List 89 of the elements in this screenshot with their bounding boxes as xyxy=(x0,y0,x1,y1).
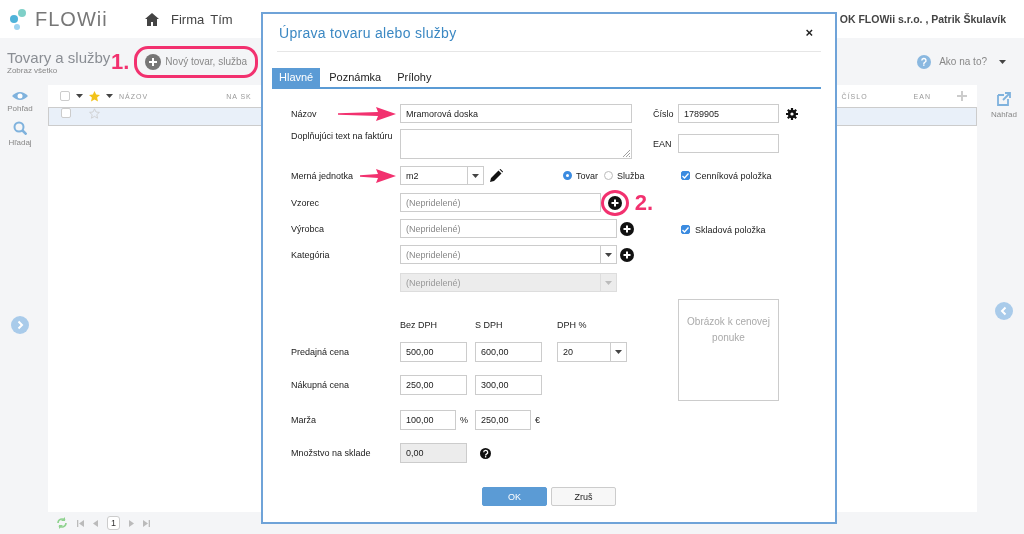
add-column-icon xyxy=(957,91,967,101)
column-label: DPH % xyxy=(557,320,587,330)
sidebar-tool[interactable]: Hľadaj xyxy=(8,121,32,147)
radio-option[interactable]: Tovar xyxy=(563,170,598,181)
view-all-link[interactable]: Zobraz všetko xyxy=(7,65,107,75)
checkbox[interactable] xyxy=(61,108,71,118)
category-select[interactable]: (Nepridelené) xyxy=(400,245,617,264)
margin-field[interactable]: 250,00 xyxy=(475,410,531,430)
price-field[interactable]: 500,00 xyxy=(400,342,467,362)
refresh-icon[interactable] xyxy=(56,517,68,529)
caret-icon xyxy=(106,94,113,98)
add-icon[interactable] xyxy=(607,195,622,210)
previous-page-icon[interactable] xyxy=(93,519,98,527)
caret-icon xyxy=(999,59,1006,64)
stock-field: 0,00 xyxy=(400,443,467,463)
last-page-icon[interactable] xyxy=(143,519,150,527)
checkbox-option[interactable]: Cenníková položka xyxy=(681,170,772,181)
checkbox-option[interactable]: Skladová položka xyxy=(681,224,766,235)
sidebar-tool[interactable]: Náhľad xyxy=(991,91,1017,119)
unit-value: m2 xyxy=(405,169,420,183)
dialog-title: Úprava tovaru alebo služby xyxy=(279,24,457,41)
caret-icon xyxy=(615,350,622,354)
help-icon[interactable] xyxy=(480,447,491,459)
help-icon xyxy=(917,54,932,69)
margin-field[interactable]: 100,00 xyxy=(400,410,456,430)
search-icon xyxy=(13,121,27,135)
unit-label: % xyxy=(459,415,469,425)
first-page-icon[interactable] xyxy=(77,519,84,527)
field-label: Doplňujúci text na faktúru xyxy=(291,131,393,141)
pencil-icon[interactable] xyxy=(490,169,503,182)
add-icon[interactable] xyxy=(620,221,634,236)
price-field[interactable]: 600,00 xyxy=(475,342,542,362)
field-label: Množstvo na sklade xyxy=(291,448,371,458)
close-button[interactable]: × xyxy=(805,25,813,40)
tab[interactable]: Poznámka xyxy=(322,68,389,87)
check-icon xyxy=(682,226,689,233)
invoice-text-area[interactable] xyxy=(400,129,632,159)
unit-label: € xyxy=(534,415,541,425)
check-icon xyxy=(682,172,689,179)
field-label: Predajná cena xyxy=(291,347,350,357)
field-label: Výrobca xyxy=(291,223,325,234)
number-field[interactable]: 1789905 xyxy=(678,104,779,123)
home-icon[interactable] xyxy=(145,12,159,26)
account-name[interactable]: OK FLOWii s.r.o. , Patrik Škulavík xyxy=(839,13,1006,25)
field-label: Vzorec xyxy=(291,197,319,208)
field-label: Nákupná cena xyxy=(291,380,350,390)
callout-number: 1. xyxy=(111,48,130,75)
ean-field[interactable] xyxy=(678,134,779,153)
checkbox[interactable] xyxy=(60,91,70,101)
column-label: S DPH xyxy=(475,320,504,330)
caret-icon xyxy=(605,280,612,285)
column-label: Bez DPH xyxy=(400,320,438,330)
resize-grip-icon xyxy=(622,149,630,157)
sidebar-tool[interactable]: Pohľad xyxy=(7,91,33,113)
field-label: Merná jednotka xyxy=(291,170,354,181)
external-link-icon xyxy=(996,91,1012,107)
nav-link[interactable]: Tím xyxy=(210,11,233,27)
nav-link[interactable]: Firma xyxy=(171,11,205,27)
cancel-button[interactable]: Zruš xyxy=(551,487,616,506)
name-field[interactable]: Mramorová doska xyxy=(400,104,632,123)
lookup-field[interactable]: (Nepridelené) xyxy=(400,219,617,238)
star-icon xyxy=(89,90,100,102)
field-label: Číslo xyxy=(653,108,675,119)
add-icon[interactable] xyxy=(620,247,634,262)
price-field[interactable]: 250,00 xyxy=(400,375,467,395)
next-page-icon[interactable] xyxy=(129,519,134,527)
vat-select[interactable]: 20 xyxy=(557,342,627,362)
vat-value: 20 xyxy=(562,346,574,359)
collapse-icon[interactable] xyxy=(995,301,1013,320)
logo-text: FLOWii xyxy=(35,7,108,31)
field-label: Kategória xyxy=(291,249,330,260)
add-icon xyxy=(145,53,162,70)
settings-icon[interactable] xyxy=(786,107,798,120)
category-select: (Nepridelené) xyxy=(400,273,617,292)
unit-select[interactable]: m2 xyxy=(400,166,484,185)
eye-icon xyxy=(12,91,28,101)
tab[interactable]: Prílohy xyxy=(390,68,439,87)
caret-icon xyxy=(76,94,83,98)
page-number-field[interactable]: 1 xyxy=(107,516,120,530)
price-field[interactable]: 300,00 xyxy=(475,375,542,395)
field-label: EAN xyxy=(653,138,673,149)
expand-icon[interactable] xyxy=(11,315,29,334)
field-label: Marža xyxy=(291,415,316,425)
radio-option[interactable]: Služba xyxy=(604,170,645,181)
caret-icon xyxy=(472,173,479,178)
caret-icon xyxy=(605,252,612,257)
lookup-field[interactable]: (Nepridelené) xyxy=(400,193,601,212)
callout-number: 2. xyxy=(634,189,653,216)
field-label: Názov xyxy=(291,108,317,119)
